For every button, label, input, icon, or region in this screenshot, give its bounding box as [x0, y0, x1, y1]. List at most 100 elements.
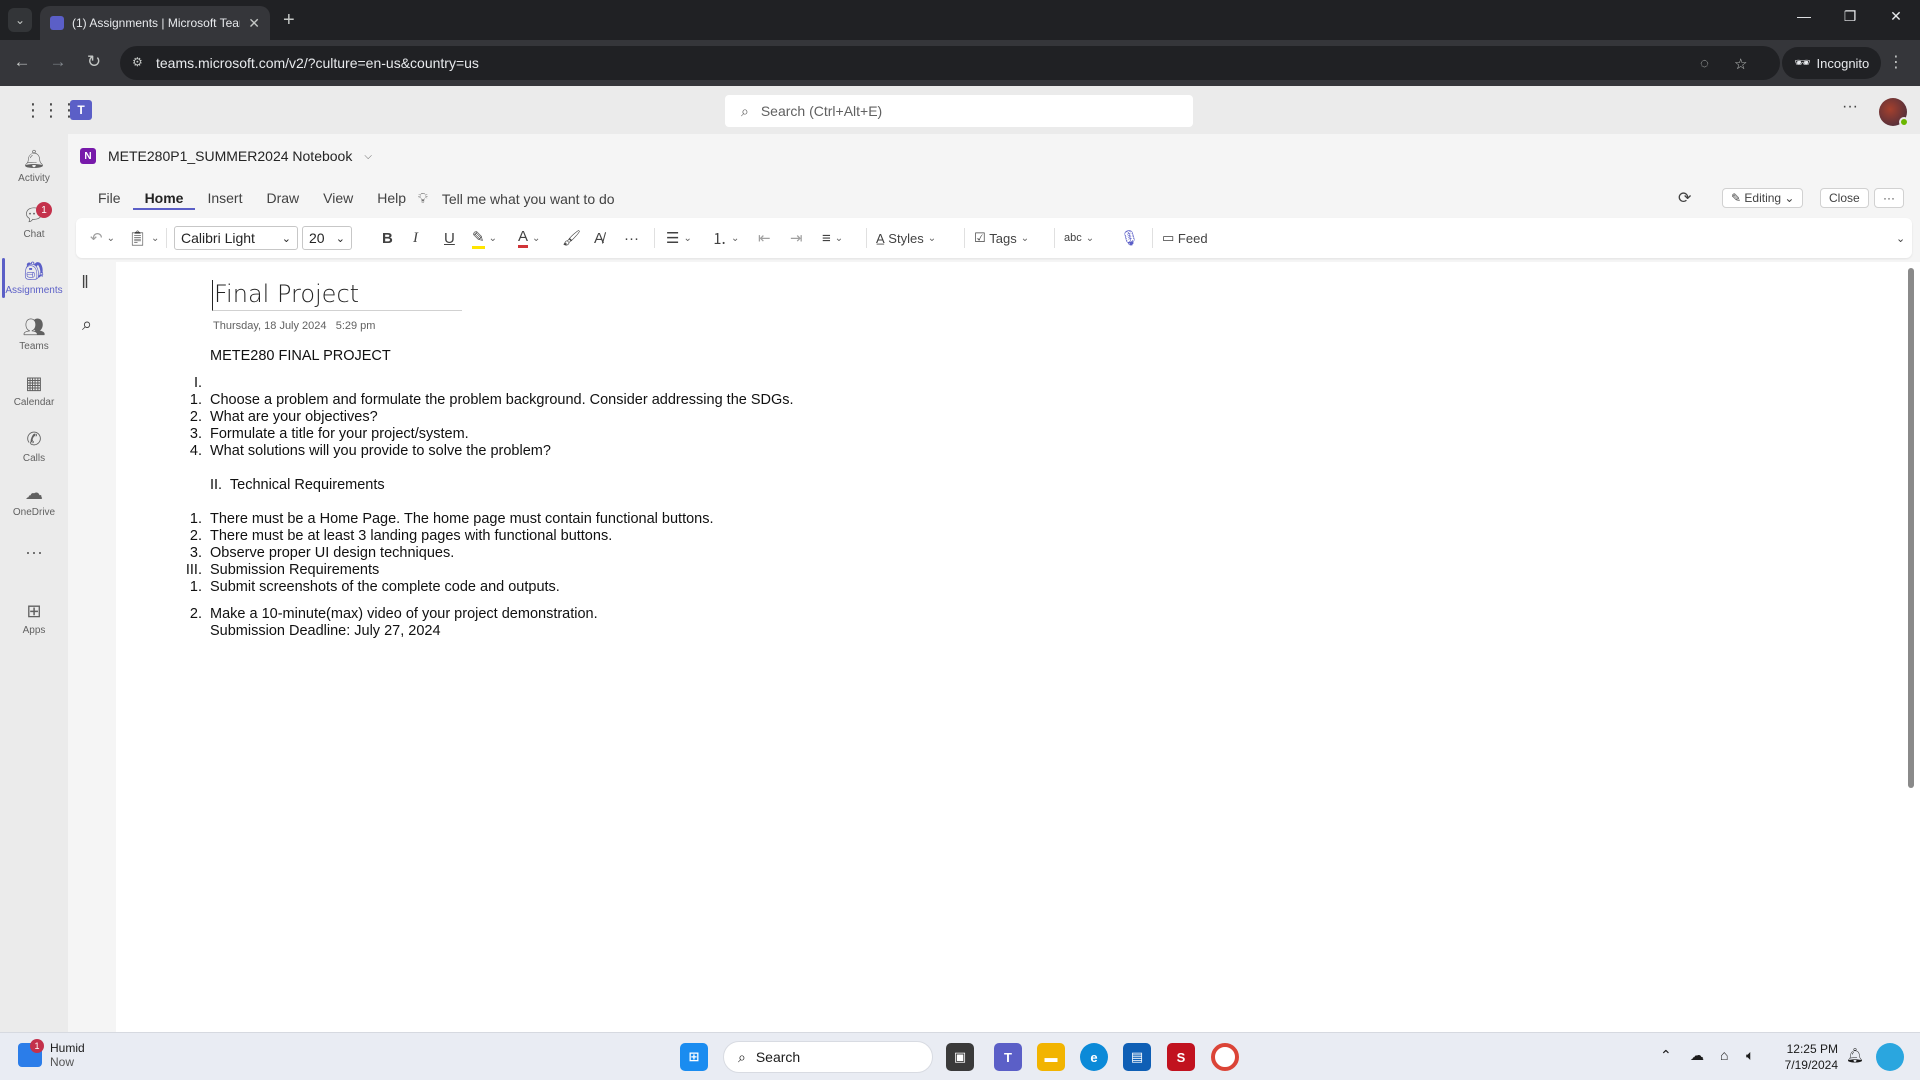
back-icon[interactable]: ← — [10, 52, 34, 72]
tab-view[interactable]: View — [311, 188, 365, 210]
settings-more-icon[interactable]: ··· — [1842, 98, 1858, 116]
clear-formatting-icon[interactable]: A̸ — [594, 226, 604, 250]
list-text: Choose a problem and formulate the probl… — [210, 392, 794, 408]
restore-icon[interactable]: ❐ — [1832, 8, 1868, 25]
feed-button[interactable]: ▭ Feed — [1162, 226, 1208, 250]
rail-item-calls[interactable]: ✆ Calls — [0, 418, 68, 474]
browser-menu-icon[interactable]: ⋮ — [1888, 52, 1904, 72]
decrease-indent-icon[interactable]: ⇤ — [758, 226, 771, 250]
format-painter-icon[interactable]: 🖌︎ — [562, 226, 581, 250]
increase-indent-icon[interactable]: ⇥ — [790, 226, 803, 250]
add-app-icon: ⊞ — [26, 600, 42, 621]
sync-icon[interactable]: ⟳ — [1678, 186, 1691, 210]
tab-insert[interactable]: Insert — [195, 188, 254, 210]
bookmark-star-icon[interactable]: ☆ — [1734, 55, 1747, 73]
align-icon[interactable]: ≡ ⌄ — [822, 226, 843, 250]
minimize-icon[interactable]: — — [1786, 8, 1822, 24]
italic-icon[interactable]: I — [413, 226, 418, 250]
more-options-button[interactable]: ··· — [1874, 188, 1904, 208]
tell-me-search[interactable]: 💡︎ Tell me what you want to do — [418, 190, 615, 207]
rail-item-apps[interactable]: ⊞ Apps — [0, 590, 68, 646]
list-text: Observe proper UI design techniques. — [210, 545, 455, 561]
font-size-select[interactable]: 20 ⌄ — [302, 226, 352, 250]
close-window-icon[interactable]: ✕ — [1878, 8, 1914, 25]
rail-item-calendar[interactable]: ▦ Calendar — [0, 362, 68, 418]
dictate-microphone-icon[interactable]: 🎙︎ — [1120, 226, 1139, 250]
rail-item-assignments[interactable]: 🎒︎ Assignments — [0, 250, 68, 306]
font-name-select[interactable]: Calibri Light ⌄ — [174, 226, 298, 250]
browser-tab[interactable]: (1) Assignments | Microsoft Teams ✕ — [40, 6, 270, 40]
copilot-icon[interactable] — [1876, 1043, 1904, 1071]
close-button[interactable]: Close — [1820, 188, 1869, 208]
page-canvas[interactable]: Final Project Thursday, 18 July 2024 5:2… — [116, 262, 1920, 1032]
bold-icon[interactable]: B — [382, 226, 393, 250]
numbering-icon[interactable]: ⒈ ⌄ — [712, 226, 739, 250]
tags-button[interactable]: ☑ Tags ⌄ — [974, 226, 1029, 250]
edge-icon[interactable]: e — [1080, 1043, 1108, 1071]
rail-item-chat[interactable]: 💬︎ Chat 1 — [0, 194, 68, 250]
weather-widget[interactable]: 1 Humid Now — [18, 1039, 85, 1069]
spelling-button[interactable]: abc ⌄ — [1064, 226, 1094, 250]
eye-off-icon[interactable]: ◌ — [1700, 55, 1709, 72]
font-color-icon[interactable]: A ⌄ — [518, 226, 540, 250]
more-icon: ··· — [25, 542, 43, 562]
close-tab-icon[interactable]: ✕ — [248, 15, 260, 32]
reload-icon[interactable]: ↻ — [82, 52, 106, 72]
page-title[interactable]: Final Project — [212, 280, 462, 311]
tab-draw[interactable]: Draw — [254, 188, 311, 210]
editing-mode-button[interactable]: ✎ Editing ⌄ — [1722, 188, 1804, 208]
rail-item-teams[interactable]: 👥︎ Teams — [0, 306, 68, 362]
search-icon: ⌕ — [738, 1048, 746, 1065]
onedrive-sync-icon[interactable]: ☁ — [1690, 1047, 1704, 1064]
system-clock[interactable]: 12:25 PM 7/19/2024 — [1770, 1041, 1838, 1073]
list-number: 2. — [189, 606, 202, 622]
rail-item-activity[interactable]: 🔔︎ Activity — [0, 138, 68, 194]
notifications-bell-icon[interactable]: 🔔︎ — [1846, 1047, 1864, 1064]
solidworks-icon[interactable]: S — [1167, 1043, 1195, 1071]
list-text: What solutions will you provide to solve… — [210, 443, 551, 459]
rail-item-onedrive[interactable]: ☁ OneDrive — [0, 472, 68, 528]
tab-help[interactable]: Help — [365, 188, 418, 210]
notebook-title[interactable]: N METE280P1_SUMMER2024 Notebook ⌵ — [80, 148, 372, 164]
windows-start-icon[interactable]: ⊞ — [680, 1043, 708, 1071]
taskbar-search-label: Search — [755, 1049, 801, 1065]
page-content[interactable]: METE280 FINAL PROJECT I. 1. Choose a prob… — [180, 348, 794, 640]
page-scrollbar[interactable] — [1908, 268, 1914, 788]
underline-icon[interactable]: U — [444, 226, 455, 250]
notebooks-library-icon[interactable]: 𝍪 — [82, 270, 88, 300]
bullets-icon[interactable]: ☰ ⌄ — [666, 226, 692, 250]
undo-icon[interactable]: ↶ ⌄ — [90, 226, 115, 250]
forward-icon[interactable]: → — [46, 52, 70, 72]
volume-muted-icon[interactable]: 🔈︎ — [1746, 1047, 1754, 1064]
teams-search-input[interactable]: ⌕ Search (Ctrl+Alt+E) — [725, 95, 1193, 127]
new-tab-icon[interactable]: + — [283, 8, 295, 32]
content-line: METE280 FINAL PROJECT — [180, 348, 794, 365]
search-icon[interactable]: ⌕ — [82, 314, 92, 335]
styles-button[interactable]: A̲ Styles ⌄ — [876, 226, 936, 250]
tray-overflow-icon[interactable]: ⌃ — [1660, 1047, 1672, 1064]
styles-icon: A̲ — [876, 230, 885, 246]
tab-search-chevron-icon[interactable]: ⌄ — [8, 8, 32, 32]
highlight-icon[interactable]: ✎ ⌄ — [472, 226, 497, 250]
address-bar[interactable]: ⚙ teams.microsoft.com/v2/?culture=en-us&… — [120, 46, 1780, 80]
font-size-value: 20 — [309, 230, 325, 246]
incognito-indicator[interactable]: 🕶 Incognito — [1782, 47, 1882, 79]
incognito-label: Incognito — [1816, 55, 1870, 71]
file-explorer-icon[interactable]: ▬ — [1037, 1043, 1065, 1071]
task-view-icon[interactable]: ▣ — [946, 1043, 974, 1071]
tab-file[interactable]: File — [86, 188, 133, 210]
more-formatting-icon[interactable]: ··· — [624, 226, 639, 250]
taskbar-search[interactable]: ⌕ Search — [723, 1041, 933, 1073]
chrome-icon[interactable] — [1211, 1043, 1239, 1071]
clipboard-icon[interactable]: 📋︎ ⌄ — [128, 226, 159, 250]
tab-home[interactable]: Home — [132, 188, 196, 210]
collapse-ribbon-icon[interactable]: ⌄ — [1896, 226, 1905, 250]
rail-label: Activity — [18, 172, 50, 184]
network-icon[interactable]: ⌂ — [1720, 1047, 1728, 1063]
rail-more-apps[interactable]: ··· — [0, 524, 68, 580]
font-name-value: Calibri Light — [181, 230, 255, 246]
site-info-icon[interactable]: ⚙ — [132, 55, 148, 71]
windows-taskbar: 1 Humid Now ⊞ ⌕ Search ▣ T ▬ e ▤ S ⌃ ☁ ⌂… — [0, 1032, 1920, 1080]
teams-app-icon[interactable]: T — [994, 1043, 1022, 1071]
store-icon[interactable]: ▤ — [1123, 1043, 1151, 1071]
